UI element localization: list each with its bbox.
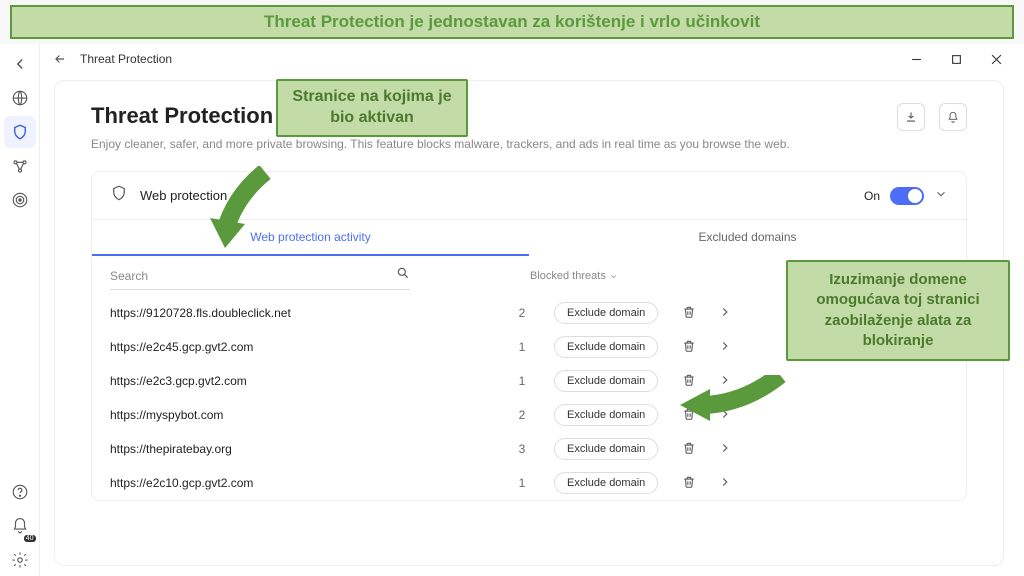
annotation-arrow-1-icon <box>205 166 285 256</box>
threat-count: 1 <box>502 476 542 490</box>
threat-url: https://9120728.fls.doubleclick.net <box>110 306 490 320</box>
exclude-domain-button[interactable]: Exclude domain <box>554 472 658 494</box>
search-icon[interactable] <box>396 266 410 285</box>
sidebar-settings[interactable] <box>4 544 36 576</box>
threat-url: https://myspybot.com <box>110 408 490 422</box>
exclude-domain-button[interactable]: Exclude domain <box>554 370 658 392</box>
delete-icon[interactable] <box>682 339 696 356</box>
tab-activity[interactable]: Web protection activity <box>92 220 529 256</box>
blocked-threats-header: Blocked threats <box>530 270 618 282</box>
annotation-callout-exclude: Izuzimanje domene omogućava toj stranici… <box>786 260 1010 361</box>
threat-url: https://e2c3.gcp.gvt2.com <box>110 374 490 388</box>
threat-count: 3 <box>502 442 542 456</box>
threat-url: https://e2c45.gcp.gvt2.com <box>110 340 490 354</box>
exclude-domain-button[interactable]: Exclude domain <box>554 438 658 460</box>
search-box <box>110 262 410 290</box>
delete-icon[interactable] <box>682 475 696 492</box>
threat-url: https://thepiratebay.org <box>110 442 490 456</box>
sidebar: 40 <box>0 44 40 576</box>
sidebar-back[interactable] <box>4 48 36 80</box>
threat-url: https://e2c10.gcp.gvt2.com <box>110 476 490 490</box>
annotation-banner: Threat Protection je jednostavan za kori… <box>10 5 1014 39</box>
chevron-right-icon[interactable] <box>718 441 732 458</box>
tab-excluded[interactable]: Excluded domains <box>529 220 966 256</box>
titlebar: Threat Protection <box>40 44 1024 74</box>
threat-count: 1 <box>502 374 542 388</box>
sidebar-help[interactable] <box>4 476 36 508</box>
expand-section[interactable] <box>934 187 948 204</box>
sidebar-shield[interactable] <box>4 116 36 148</box>
threat-row: https://e2c10.gcp.gvt2.com 1 Exclude domai… <box>92 466 966 500</box>
chevron-right-icon[interactable] <box>718 339 732 356</box>
chevron-right-icon[interactable] <box>718 475 732 492</box>
sidebar-mesh[interactable] <box>4 150 36 182</box>
exclude-domain-button[interactable]: Exclude domain <box>554 302 658 324</box>
window-title: Threat Protection <box>80 52 172 66</box>
web-protection-toggle[interactable] <box>890 187 924 205</box>
delete-icon[interactable] <box>682 441 696 458</box>
toggle-state: On <box>864 189 880 203</box>
window-minimize[interactable] <box>896 44 936 74</box>
back-button[interactable] <box>48 47 72 71</box>
threat-row: https://thepiratebay.org 3 Exclude domain <box>92 432 966 466</box>
sidebar-globe[interactable] <box>4 82 36 114</box>
exclude-domain-button[interactable]: Exclude domain <box>554 404 658 426</box>
threat-count: 2 <box>502 306 542 320</box>
delete-icon[interactable] <box>682 305 696 322</box>
threat-row: https://e2c3.gcp.gvt2.com 1 Exclude domain <box>92 364 966 398</box>
annotation-callout-activity: Stranice na kojima je bio aktivan <box>276 79 468 137</box>
notification-badge: 40 <box>24 535 36 542</box>
threat-count: 1 <box>502 340 542 354</box>
window-close[interactable] <box>976 44 1016 74</box>
shield-icon <box>110 184 128 207</box>
annotation-arrow-2-icon <box>680 375 790 435</box>
chevron-right-icon[interactable] <box>718 305 732 322</box>
exclude-domain-button[interactable]: Exclude domain <box>554 336 658 358</box>
window-maximize[interactable] <box>936 44 976 74</box>
sidebar-radar[interactable] <box>4 184 36 216</box>
sidebar-notifications[interactable]: 40 <box>4 510 36 542</box>
threat-count: 2 <box>502 408 542 422</box>
threat-row: https://myspybot.com 2 Exclude domain <box>92 398 966 432</box>
download-button[interactable] <box>897 103 925 131</box>
bell-button[interactable] <box>939 103 967 131</box>
search-input[interactable] <box>110 269 396 283</box>
page-subtitle: Enjoy cleaner, safer, and more private b… <box>91 135 790 153</box>
